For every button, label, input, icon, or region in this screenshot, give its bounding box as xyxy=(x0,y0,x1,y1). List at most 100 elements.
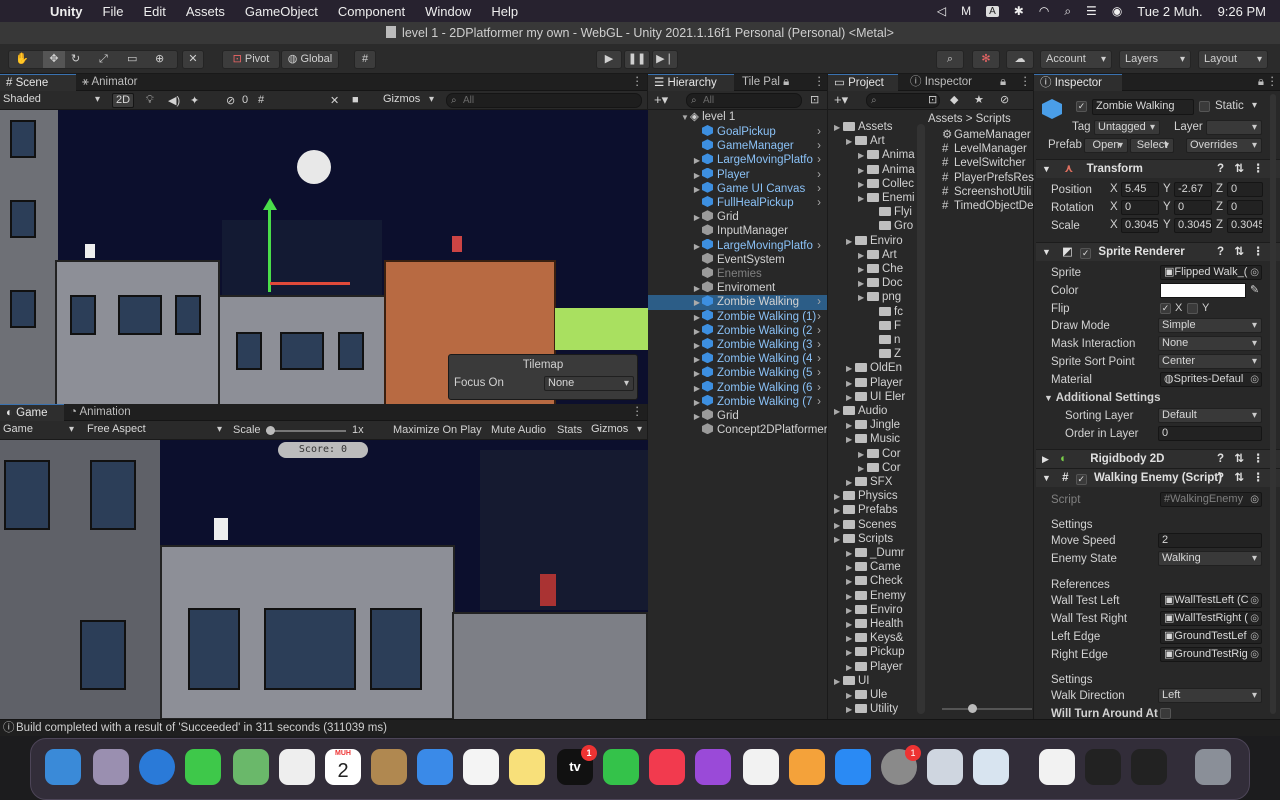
folder-expand-icon[interactable]: ▶ xyxy=(846,547,855,560)
inspector-scrollbar[interactable] xyxy=(1270,94,1276,714)
menu-gameobject[interactable]: GameObject xyxy=(245,4,318,19)
object-name-field[interactable]: Zombie Walking xyxy=(1092,99,1194,115)
breadcrumb-scripts[interactable]: Scripts xyxy=(976,113,1011,125)
scene-viewport[interactable]: Tilemap Focus On None xyxy=(0,110,648,404)
left-edge-field[interactable]: ▣GroundTestLef xyxy=(1160,629,1262,644)
prefab-open-icon[interactable]: › xyxy=(817,324,821,338)
hierarchy-item[interactable]: ▶ Game UI Canvas › xyxy=(648,181,827,196)
hierarchy-item[interactable]: EventSystem xyxy=(648,252,827,267)
hierarchy-item[interactable]: ▶ Zombie Walking › xyxy=(648,295,827,310)
draw-mode-dropdown[interactable]: Simple xyxy=(1158,318,1262,333)
expand-arrow-icon[interactable]: ▶ xyxy=(692,325,702,338)
hierarchy-item[interactable]: ▶ Enviroment xyxy=(648,281,827,295)
project-folder-item[interactable]: ▶ Enviro xyxy=(846,603,916,617)
expand-arrow-icon[interactable]: ▶ xyxy=(692,410,702,423)
hierarchy-item[interactable]: GoalPickup › xyxy=(648,125,827,139)
tab-scene[interactable]: # Scene xyxy=(0,74,76,91)
folder-expand-icon[interactable]: ▶ xyxy=(846,689,855,702)
custom-tool-icon[interactable]: ✕ xyxy=(182,50,204,69)
help-icon[interactable]: ? xyxy=(1217,469,1224,487)
search-by-type-icon[interactable]: ⊡ xyxy=(928,93,937,106)
keynote-icon[interactable] xyxy=(973,749,1009,785)
folder-expand-icon[interactable]: ▶ xyxy=(846,661,855,674)
step-button[interactable]: ▶❘ xyxy=(652,50,678,69)
control-center-icon[interactable]: ☰ xyxy=(1086,4,1097,18)
project-file-item[interactable]: # TimedObjectDe xyxy=(942,199,1034,213)
project-folder-item[interactable]: ▶ Keys& xyxy=(846,631,916,645)
reminders-icon[interactable] xyxy=(463,749,499,785)
prefab-open-icon[interactable]: › xyxy=(817,168,821,182)
folder-expand-icon[interactable]: ▶ xyxy=(834,675,843,688)
project-file-item[interactable]: # LevelSwitcher xyxy=(942,156,1034,170)
folder-expand-icon[interactable]: ▶ xyxy=(834,405,843,418)
audio-icon[interactable]: ◀) xyxy=(168,94,180,107)
project-folder-item[interactable]: ▶ SFX xyxy=(846,475,916,489)
hierarchy-item[interactable]: FullHealPickup › xyxy=(648,196,827,210)
folder-expand-icon[interactable]: ▶ xyxy=(858,448,867,461)
move-gizmo-x-axis[interactable] xyxy=(270,282,350,285)
expand-arrow-icon[interactable]: ▶ xyxy=(692,396,702,409)
axis-y-label[interactable]: Y xyxy=(1163,219,1171,231)
transform-header[interactable]: ▼ ⋏ Transform ? ⇅ ⋮ xyxy=(1036,159,1280,178)
transform-scale-z-field[interactable]: 0.3045 xyxy=(1227,218,1263,233)
transform-tool-icon[interactable]: ⊕ xyxy=(155,51,164,68)
project-folder-item[interactable]: ▶ Anima xyxy=(858,148,916,162)
folder-expand-icon[interactable]: ▶ xyxy=(858,149,867,162)
expand-arrow-icon[interactable]: ▶ xyxy=(692,169,702,182)
add-icon[interactable]: +▾ xyxy=(654,92,668,108)
prefab-open-icon[interactable]: › xyxy=(817,295,821,309)
folder-expand-icon[interactable]: ▶ xyxy=(846,377,855,390)
help-icon[interactable]: ? xyxy=(1217,243,1224,261)
maps-icon[interactable] xyxy=(233,749,269,785)
component-menu-icon[interactable]: ⋮ xyxy=(1253,450,1265,468)
order-in-layer-field[interactable]: 0 xyxy=(1158,426,1262,441)
search-by-label-icon[interactable]: ◆ xyxy=(950,93,958,106)
gizmo-y-arrow[interactable] xyxy=(263,198,277,210)
menu-assets[interactable]: Assets xyxy=(186,4,225,19)
project-folder-item[interactable]: ▶ png xyxy=(858,290,916,304)
wifi-icon[interactable]: ◠ xyxy=(1039,4,1049,18)
preset-icon[interactable]: ⇅ xyxy=(1234,243,1244,261)
folder-expand-icon[interactable]: ▶ xyxy=(846,561,855,574)
sprite-field[interactable]: ▣Flipped Walk_( xyxy=(1160,265,1262,280)
tab-inspector-secondary[interactable]: ⓘ Inspector xyxy=(904,74,994,91)
expand-arrow-icon[interactable]: ▶ xyxy=(692,211,702,224)
will-turn-around-checkbox[interactable] xyxy=(1160,708,1171,719)
project-folder-item[interactable]: ▶ Cor xyxy=(858,461,916,475)
menu-app-name[interactable]: Unity xyxy=(50,4,83,19)
layout-dropdown[interactable]: Layout xyxy=(1198,50,1268,69)
hidden-icon[interactable]: ⊘ xyxy=(226,94,235,107)
prefab-open-icon[interactable]: › xyxy=(817,352,821,366)
folder-expand-icon[interactable]: ▶ xyxy=(846,476,855,489)
hierarchy-item[interactable]: GameManager › xyxy=(648,139,827,153)
prefab-open-icon[interactable]: › xyxy=(817,239,821,253)
stats-toggle[interactable]: Stats xyxy=(557,424,582,436)
component-menu-icon[interactable]: ⋮ xyxy=(1253,243,1265,261)
project-folder-item[interactable]: ▶ Enemy xyxy=(846,589,916,603)
foldout-icon[interactable]: ▼ xyxy=(1042,247,1051,257)
tab-animation[interactable]: ◔ Animation xyxy=(64,404,154,421)
prefab-open-icon[interactable]: › xyxy=(817,338,821,352)
hierarchy-item[interactable]: ▶ Zombie Walking (3 › xyxy=(648,338,827,352)
foldout-icon[interactable]: ▼ xyxy=(1042,473,1051,483)
music-icon[interactable] xyxy=(649,749,685,785)
right-edge-field[interactable]: ▣GroundTestRig xyxy=(1160,647,1262,662)
trash-icon[interactable] xyxy=(1195,749,1231,785)
hierarchy-item[interactable]: Enemies xyxy=(648,267,827,281)
flip-x-checkbox[interactable]: ✓ xyxy=(1160,303,1171,314)
folder-expand-icon[interactable]: ▶ xyxy=(846,391,855,404)
project-folder-item[interactable]: ▶ Che xyxy=(858,262,916,276)
preview-icon[interactable] xyxy=(927,749,963,785)
axis-x-label[interactable]: X xyxy=(1110,183,1118,195)
hierarchy-item[interactable]: ▶ Zombie Walking (1) › xyxy=(648,309,827,324)
expand-arrow-icon[interactable]: ▶ xyxy=(692,311,702,324)
hierarchy-item[interactable]: Concept2DPlatformer xyxy=(648,423,827,437)
folder-expand-icon[interactable]: ▶ xyxy=(846,632,855,645)
project-folder-item[interactable]: ▶ UI Eler xyxy=(846,390,916,404)
axis-y-label[interactable]: Y xyxy=(1163,201,1171,213)
folder-expand-icon[interactable]: ▶ xyxy=(846,235,855,248)
finder-icon[interactable] xyxy=(45,749,81,785)
folder-expand-icon[interactable]: ▶ xyxy=(858,263,867,276)
transform-scale-y-field[interactable]: 0.3045 xyxy=(1174,218,1212,233)
grid-icon[interactable]: # xyxy=(258,94,264,106)
